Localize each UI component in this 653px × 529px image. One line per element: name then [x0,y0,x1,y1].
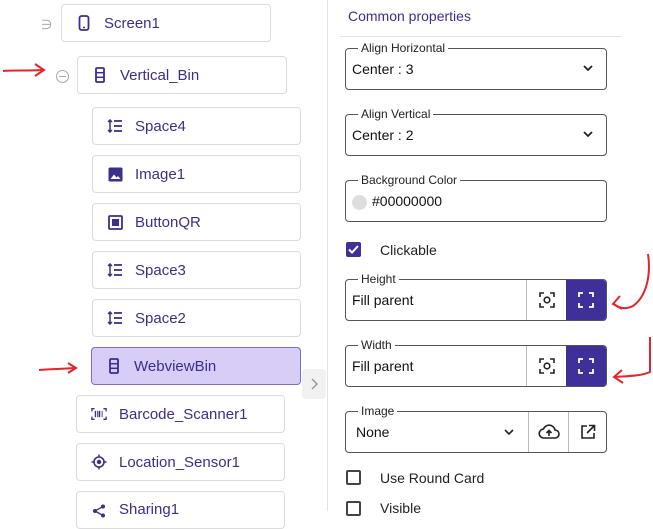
field-label: Height [358,272,399,286]
share-icon [91,503,107,519]
spacer-icon [107,262,123,278]
tree-node-label: Sharing1 [119,501,180,518]
image-field[interactable]: Image None [345,404,607,453]
panel-collapse-handle[interactable] [302,369,326,399]
visible-label: Visible [380,500,421,516]
use-round-card-label: Use Round Card [380,470,485,486]
screen-collapse-icon[interactable]: ∋ [41,17,52,33]
spacer-icon [107,310,123,326]
title-divider [340,36,622,37]
vertical-bin-collapse-icon[interactable] [56,70,69,83]
chevron-down-icon [583,131,593,138]
annotation-arrow-icon [38,362,78,374]
chevron-down-icon[interactable] [503,426,515,438]
tree-node-label: Space2 [135,309,186,327]
fill-parent-button[interactable] [566,280,606,320]
vertical-arrangement-icon [106,358,122,374]
image-icon [107,166,123,182]
align-vertical-select[interactable]: Align Vertical Center : 2 [345,107,607,156]
annotation-arrow-icon [612,337,651,384]
vertical-arrangement-icon [92,67,108,83]
location-icon [91,454,107,470]
field-label: Align Vertical [358,107,434,121]
clickable-checkbox[interactable] [346,242,361,257]
checkmark-icon [348,245,359,254]
tree-node-sharing1[interactable]: Sharing1 [76,491,285,529]
tree-node-space4[interactable]: Space4 [92,107,301,145]
width-field[interactable]: Width Fill parent [345,338,607,387]
open-image-button[interactable] [568,412,606,452]
color-swatch[interactable] [352,195,367,210]
focus-size-button[interactable] [526,346,566,386]
focus-size-button[interactable] [526,280,566,320]
chevron-right-icon [311,378,318,390]
button-icon [107,214,123,230]
field-label: Image [358,404,398,418]
use-round-card-checkbox[interactable] [346,470,361,485]
upload-image-button[interactable] [528,412,568,452]
panel-title: Common properties [348,8,471,24]
clickable-label: Clickable [380,242,437,258]
field-value: None [356,424,390,440]
tree-node-vertical-bin[interactable]: Vertical_Bin [77,56,287,94]
fullscreen-icon [578,358,594,374]
tree-node-barcode-scanner1[interactable]: Barcode_Scanner1 [76,395,285,433]
center-focus-icon [538,292,555,308]
field-label: Width [358,338,395,352]
field-value: Center : 2 [352,127,414,143]
tree-node-webviewbin[interactable]: WebviewBin [91,347,301,385]
field-label: Align Horizontal [358,41,449,55]
fullscreen-icon [578,292,594,308]
tree-node-label: Vertical_Bin [120,66,200,84]
component-tree: ∋ Screen1 Vertical_Bin Space4 Image1 But… [0,0,328,529]
background-color-field[interactable]: Background Color #00000000 [345,173,607,222]
open-external-icon [580,424,595,439]
tree-node-label: WebviewBin [134,357,217,375]
tree-node-label: ButtonQR [135,213,201,231]
tree-node-space2[interactable]: Space2 [92,299,301,337]
tree-node-location-sensor1[interactable]: Location_Sensor1 [76,443,285,481]
chevron-down-icon [583,65,593,72]
cloud-upload-icon [537,424,560,439]
tree-node-image1[interactable]: Image1 [92,155,301,193]
field-label: Background Color [358,173,461,187]
spacer-icon [107,118,123,134]
tree-node-label: Screen1 [104,14,160,32]
properties-panel: Common properties Align Horizontal Cente… [328,0,653,516]
tree-node-label: Space3 [135,261,186,279]
annotation-arrow-icon [611,253,650,310]
barcode-icon [91,406,107,422]
center-focus-icon [538,358,555,374]
field-value: Center : 3 [352,61,414,77]
tree-node-buttonqr[interactable]: ButtonQR [92,203,301,241]
tree-node-screen1[interactable]: Screen1 [61,4,271,42]
annotation-arrow-icon [2,63,46,77]
visible-checkbox[interactable] [346,501,361,516]
field-value: #00000000 [372,193,443,209]
tree-node-label: Location_Sensor1 [119,453,240,471]
align-horizontal-select[interactable]: Align Horizontal Center : 3 [345,41,607,90]
fill-parent-button[interactable] [566,346,606,386]
tree-node-label: Space4 [135,117,186,135]
tree-node-space3[interactable]: Space3 [92,251,301,289]
phone-icon [76,15,92,31]
height-field[interactable]: Height Fill parent [345,272,607,321]
field-value: Fill parent [352,358,414,374]
tree-node-label: Barcode_Scanner1 [119,405,248,423]
tree-node-label: Image1 [135,165,186,183]
field-value: Fill parent [352,292,414,308]
